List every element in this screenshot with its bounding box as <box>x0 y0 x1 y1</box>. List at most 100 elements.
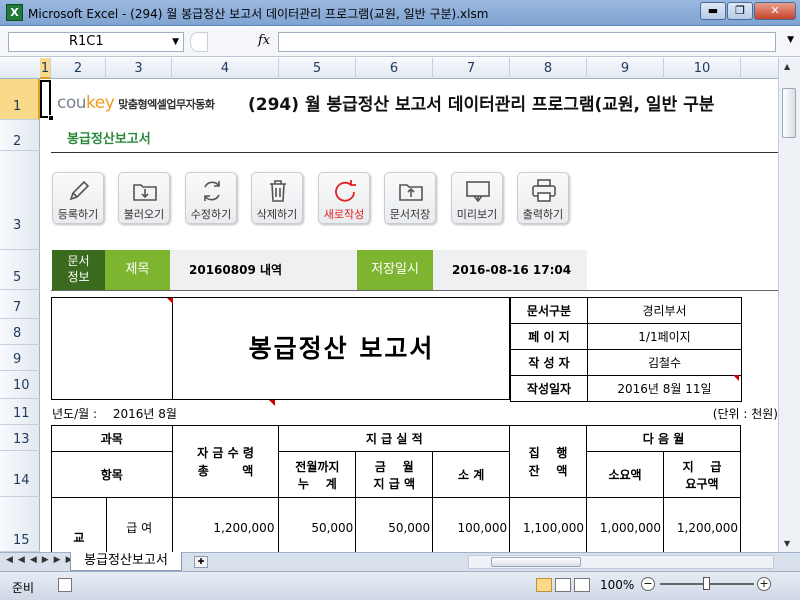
preview-button[interactable]: 미리보기 <box>451 172 503 224</box>
need-cell[interactable]: 1,000,000 <box>586 497 664 552</box>
delete-label: 삭제하기 <box>256 208 298 221</box>
year-month-value[interactable]: 2016년 8월 <box>113 407 177 421</box>
scroll-thumb[interactable] <box>782 88 796 138</box>
zoom-in-icon[interactable]: + <box>757 577 771 591</box>
report-image-cell[interactable] <box>52 298 173 399</box>
scroll-down-icon[interactable]: ▼ <box>784 539 790 548</box>
report-title: 봉급정산 보고서 <box>248 334 435 363</box>
zoom-out-icon[interactable]: − <box>641 577 655 591</box>
comment-indicator[interactable] <box>733 375 739 381</box>
group-cell[interactable]: 교 <box>51 497 107 552</box>
load-button[interactable]: 불러오기 <box>118 172 170 224</box>
row-header[interactable]: 8 <box>0 319 40 345</box>
scroll-up-icon[interactable]: ▲ <box>784 62 790 71</box>
name-box-value: R1C1 <box>69 34 104 49</box>
zoom-level[interactable]: 100% <box>600 578 634 592</box>
row-header[interactable]: 9 <box>0 345 40 371</box>
delete-button[interactable]: 삭제하기 <box>251 172 303 224</box>
comment-indicator[interactable] <box>167 298 173 304</box>
insert-function-icon[interactable]: fx <box>258 33 270 48</box>
excel-app-icon[interactable]: X <box>6 4 23 21</box>
formula-bar: R1C1 ▼ fx ▼ <box>0 27 800 57</box>
row-header[interactable]: 11 <box>0 399 40 425</box>
item-cell[interactable]: 급 여 <box>105 497 173 552</box>
request-cell[interactable]: 1,200,000 <box>662 497 742 552</box>
fund-total-header: 자 금 수 령 총 액 <box>171 425 280 498</box>
row-header[interactable]: 10 <box>0 371 40 399</box>
column-header[interactable]: 10 <box>664 58 741 79</box>
row-header[interactable]: 15 <box>0 497 40 552</box>
row-header[interactable]: 13 <box>0 425 40 451</box>
macro-record-icon[interactable] <box>58 578 72 592</box>
next-month-header: 다 음 월 <box>586 425 741 452</box>
preview-icon <box>466 181 490 203</box>
page-break-view-icon[interactable] <box>574 578 590 592</box>
new-button[interactable]: 새로작성 <box>318 172 370 224</box>
prev-cell[interactable]: 50,000 <box>278 497 357 552</box>
subtotal-cell[interactable]: 100,000 <box>432 497 511 552</box>
doc-title-value[interactable]: 20160809 내역 <box>170 250 357 290</box>
edit-button[interactable]: 수정하기 <box>185 172 237 224</box>
row-header[interactable]: 3 <box>0 151 40 250</box>
fund-cell[interactable]: 1,200,000 <box>171 497 280 552</box>
year-month-label: 년도/월 : <box>52 407 98 421</box>
column-header[interactable]: 9 <box>587 58 664 79</box>
divider <box>51 152 778 153</box>
status-text: 준비 <box>12 581 35 595</box>
sheet-tab[interactable]: 봉급정산보고서 <box>70 552 182 571</box>
scroll-thumb[interactable] <box>491 557 581 567</box>
sheet-nav-arrows-icon[interactable]: ◀◀◀▶▶▶ <box>6 555 78 565</box>
meta-value[interactable]: 경리부서 <box>587 297 742 324</box>
row-header[interactable]: 2 <box>0 120 40 151</box>
column-header[interactable]: 7 <box>433 58 510 79</box>
expand-formula-bar-icon[interactable]: ▼ <box>787 35 794 45</box>
column-header[interactable]: 6 <box>356 58 433 79</box>
formula-input[interactable] <box>278 32 776 52</box>
row-header[interactable]: 5 <box>0 250 40 290</box>
column-header[interactable]: 8 <box>510 58 587 79</box>
doc-info-label: 문서 정보 <box>52 250 105 290</box>
name-box[interactable]: R1C1 ▼ <box>8 32 184 52</box>
preview-label: 미리보기 <box>456 208 498 221</box>
paid-header: 지 급 실 적 <box>278 425 511 452</box>
sheet-tab-bar: ◀◀◀▶▶▶ 봉급정산보고서 ✚ <box>0 552 800 571</box>
register-button[interactable]: 등록하기 <box>52 172 104 224</box>
column-header[interactable]: 3 <box>106 58 172 79</box>
meta-value[interactable]: 2016년 8월 11일 <box>587 375 742 402</box>
column-header[interactable]: 4 <box>172 58 279 79</box>
minimize-button[interactable]: ▬ <box>700 2 726 20</box>
month-cell[interactable]: 50,000 <box>355 497 434 552</box>
chevron-down-icon[interactable]: ▼ <box>172 33 179 51</box>
formula-separator <box>190 32 208 52</box>
page-layout-view-icon[interactable] <box>555 578 571 592</box>
edit-label: 수정하기 <box>190 208 232 221</box>
column-header[interactable]: 5 <box>279 58 356 79</box>
normal-view-icon[interactable] <box>536 578 552 592</box>
balance-cell[interactable]: 1,100,000 <box>509 497 588 552</box>
row-header[interactable]: 14 <box>0 451 40 497</box>
maximize-button[interactable]: ❐ <box>727 2 753 20</box>
column-header[interactable]: 1 <box>40 58 51 79</box>
save-document-button[interactable]: 문서저장 <box>384 172 436 224</box>
close-button[interactable]: ✕ <box>754 2 796 20</box>
doc-title-label: 제목 <box>105 250 170 290</box>
zoom-slider-handle[interactable] <box>703 577 710 590</box>
column-header[interactable]: 2 <box>51 58 106 79</box>
meta-value[interactable]: 1/1페이지 <box>587 323 742 350</box>
meta-value[interactable]: 김철수 <box>587 349 742 376</box>
meta-key: 작성일자 <box>510 375 588 402</box>
row-header[interactable]: 1 <box>0 79 40 120</box>
save-time-label: 저장일시 <box>357 250 433 290</box>
insert-sheet-icon[interactable]: ✚ <box>194 556 208 568</box>
horizontal-scrollbar[interactable] <box>468 555 774 569</box>
print-button[interactable]: 출력하기 <box>517 172 569 224</box>
doc-info-label-text: 문서 정보 <box>67 254 90 284</box>
vertical-scrollbar[interactable]: ▲ ▼ <box>778 58 800 552</box>
fill-handle[interactable] <box>48 115 54 121</box>
subject-header: 과목 <box>51 425 173 452</box>
status-bar: 준비 100% − + <box>0 571 800 600</box>
selected-cell[interactable] <box>40 80 54 121</box>
row-header[interactable]: 7 <box>0 290 40 319</box>
worksheet-grid[interactable]: 1 2 3 4 5 6 7 8 9 10 1 2 3 5 7 8 9 10 11… <box>0 58 778 552</box>
save-time-value[interactable]: 2016-08-16 17:04 <box>433 250 587 290</box>
